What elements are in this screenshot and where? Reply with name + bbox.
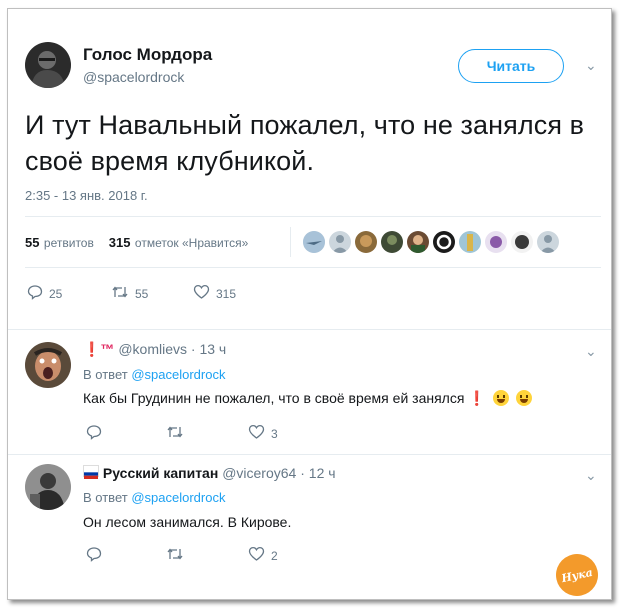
liker-avatar[interactable] <box>381 231 403 253</box>
tweet-timestamp[interactable]: 2:35 - 13 янв. 2018 г. <box>25 188 148 203</box>
likes-label[interactable]: отметок «Нравится» <box>135 236 248 250</box>
liker-avatar[interactable] <box>303 231 325 253</box>
chevron-down-icon[interactable]: ⌄ <box>585 343 597 360</box>
like-action[interactable]: 315 <box>193 284 236 303</box>
reply-to-line: В ответ @spacelordrock <box>83 490 225 505</box>
tweet-screenshot-frame: Голос Мордора @spacelordrock Читать ⌄ И … <box>7 8 612 600</box>
like-action[interactable]: 2 <box>248 546 278 565</box>
liker-avatar[interactable] <box>511 231 533 253</box>
reply-icon <box>27 284 43 303</box>
liker-avatar[interactable] <box>433 231 455 253</box>
exclamation-emoji: ❗ <box>468 390 486 406</box>
heart-icon <box>193 284 210 303</box>
reply-action[interactable]: 25 <box>27 284 62 303</box>
retweet-action[interactable] <box>166 424 190 443</box>
liker-avatar[interactable] <box>329 231 351 253</box>
reply-text-body: Как бы Грудинин не пожалел, что в своё в… <box>83 390 465 406</box>
divider <box>8 329 611 330</box>
reply-to-link[interactable]: @spacelordrock <box>131 490 225 505</box>
reply-to-link[interactable]: @spacelordrock <box>131 367 225 382</box>
heart-icon <box>248 546 265 565</box>
reply-avatar[interactable] <box>25 464 71 510</box>
like-action[interactable]: 3 <box>248 424 278 443</box>
russia-flag-icon <box>83 465 99 479</box>
reply-text: Он лесом занимался. В Кирове. <box>83 514 292 530</box>
liker-avatar[interactable] <box>485 231 507 253</box>
reply-to-prefix: В ответ <box>83 490 128 505</box>
reply-time[interactable]: · 13 ч <box>191 341 226 357</box>
author-avatar[interactable] <box>25 42 71 88</box>
reply-to-prefix: В ответ <box>83 367 128 382</box>
like-count: 3 <box>271 426 278 441</box>
liker-avatar[interactable] <box>459 231 481 253</box>
watermark-logo: Нука <box>552 550 602 599</box>
chevron-down-icon[interactable]: ⌄ <box>585 467 597 484</box>
reply-author-handle[interactable]: @komlievs <box>118 341 187 357</box>
heart-icon <box>248 424 265 443</box>
reply-icon <box>86 424 102 443</box>
liker-avatar[interactable] <box>407 231 429 253</box>
reply-header: Русский капитан @viceroy64 · 12 ч <box>83 465 336 481</box>
reply-author-name[interactable]: Русский капитан <box>103 465 218 481</box>
grinning-emoji-icon <box>492 390 509 406</box>
tweet-text: И тут Навальный пожалел, что не занялся … <box>25 110 585 176</box>
reply-action[interactable] <box>86 546 108 565</box>
reply-author-handle[interactable]: @viceroy64 <box>222 465 296 481</box>
author-name[interactable]: Голос Мордора <box>83 45 212 65</box>
reply-time[interactable]: · 12 ч <box>300 465 335 481</box>
likes-count[interactable]: 315 <box>109 235 131 250</box>
divider <box>25 267 601 268</box>
smiling-emoji-icon <box>515 390 532 406</box>
retweet-icon <box>166 424 184 443</box>
like-count: 315 <box>216 286 237 301</box>
divider <box>8 454 611 455</box>
stats-row: 55 ретвитов 315 отметок «Нравится» <box>25 234 248 252</box>
retweets-count[interactable]: 55 <box>25 235 39 250</box>
reply-text: Как бы Грудинин не пожалел, что в своё в… <box>83 390 532 407</box>
retweet-icon <box>166 546 184 565</box>
reply-author-name[interactable]: ❗™ <box>83 341 114 357</box>
watermark-text: Нука <box>560 565 594 585</box>
like-count: 2 <box>271 548 278 563</box>
reply-header: ❗™ @komlievs · 13 ч <box>83 341 226 358</box>
chevron-down-icon[interactable]: ⌄ <box>585 57 597 74</box>
follow-button[interactable]: Читать <box>458 49 564 83</box>
retweet-action[interactable] <box>166 546 190 565</box>
reply-icon <box>86 546 102 565</box>
reply-avatar[interactable] <box>25 342 71 388</box>
retweets-label[interactable]: ретвитов <box>44 236 94 250</box>
retweet-action[interactable]: 55 <box>111 284 148 303</box>
reply-to-line: В ответ @spacelordrock <box>83 367 225 382</box>
liker-avatar[interactable] <box>355 231 377 253</box>
stats-separator <box>290 227 291 257</box>
divider <box>25 216 601 217</box>
liker-avatar[interactable] <box>537 231 559 253</box>
reply-action[interactable] <box>86 424 108 443</box>
author-handle[interactable]: @spacelordrock <box>83 69 184 85</box>
retweet-icon <box>111 284 129 303</box>
reply-count: 25 <box>49 286 63 301</box>
retweet-count: 55 <box>135 286 149 301</box>
